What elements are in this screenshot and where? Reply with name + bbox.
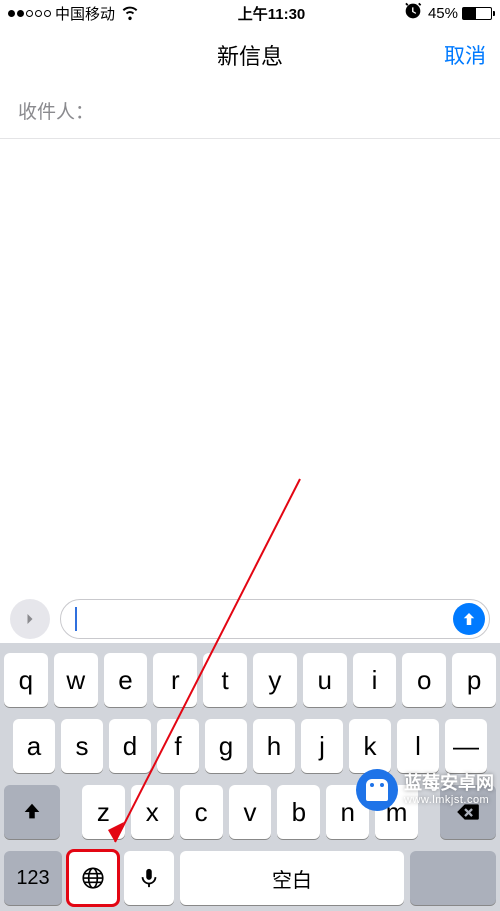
- watermark-title: 蓝莓安卓网: [404, 774, 494, 794]
- key-b[interactable]: b: [277, 785, 320, 839]
- key-k[interactable]: k: [349, 719, 391, 773]
- keyboard-row-4: 123 空白: [4, 851, 496, 905]
- key-r[interactable]: r: [153, 653, 197, 707]
- numbers-key[interactable]: 123: [4, 851, 62, 905]
- key-e[interactable]: e: [104, 653, 148, 707]
- watermark: 蓝莓安卓网 www.lmkjst.com: [356, 769, 494, 811]
- keyboard-row-2: a s d f g h j k l —: [4, 719, 496, 773]
- text-cursor: [75, 607, 77, 631]
- battery-icon: [462, 7, 492, 20]
- key-g[interactable]: g: [205, 719, 247, 773]
- key-c[interactable]: c: [180, 785, 223, 839]
- nav-bar: 新信息 取消: [0, 26, 500, 83]
- message-input-row: [0, 595, 500, 643]
- cancel-button[interactable]: 取消: [444, 40, 486, 70]
- key-y[interactable]: y: [253, 653, 297, 707]
- key-s[interactable]: s: [61, 719, 103, 773]
- message-input[interactable]: [60, 599, 490, 639]
- alarm-icon: [402, 0, 424, 26]
- battery-pct: 45%: [428, 5, 458, 22]
- return-key[interactable]: [410, 851, 496, 905]
- key-i[interactable]: i: [353, 653, 397, 707]
- shift-key[interactable]: [4, 785, 60, 839]
- key-l[interactable]: l: [397, 719, 439, 773]
- recipient-label: 收件人：: [18, 97, 94, 124]
- key-a[interactable]: a: [13, 719, 55, 773]
- send-button[interactable]: [453, 603, 485, 635]
- status-bar: 中国移动 上午11:30 45%: [0, 0, 500, 26]
- carrier-label: 中国移动: [55, 3, 115, 24]
- wifi-icon: [119, 0, 141, 26]
- page-title: 新信息: [217, 39, 283, 71]
- key-q[interactable]: q: [4, 653, 48, 707]
- keyboard-row-1: q w e r t y u i o p: [4, 653, 496, 707]
- key-v[interactable]: v: [229, 785, 272, 839]
- message-thread: [0, 139, 500, 595]
- key-u[interactable]: u: [303, 653, 347, 707]
- globe-key[interactable]: [68, 851, 118, 905]
- key-j[interactable]: j: [301, 719, 343, 773]
- status-time: 上午11:30: [238, 3, 306, 24]
- key-x[interactable]: x: [131, 785, 174, 839]
- watermark-url: www.lmkjst.com: [404, 794, 494, 806]
- key-z[interactable]: z: [82, 785, 125, 839]
- key-f[interactable]: f: [157, 719, 199, 773]
- dictation-key[interactable]: [124, 851, 174, 905]
- key-t[interactable]: t: [203, 653, 247, 707]
- key-p[interactable]: p: [452, 653, 496, 707]
- key-d[interactable]: d: [109, 719, 151, 773]
- signal-dots: [8, 10, 51, 17]
- watermark-logo: [356, 769, 398, 811]
- key-o[interactable]: o: [402, 653, 446, 707]
- app-drawer-button[interactable]: [10, 599, 50, 639]
- key-dash[interactable]: —: [445, 719, 487, 773]
- status-right: 45%: [402, 0, 492, 26]
- space-key[interactable]: 空白: [180, 851, 404, 905]
- key-h[interactable]: h: [253, 719, 295, 773]
- status-left: 中国移动: [8, 0, 141, 26]
- recipient-row[interactable]: 收件人：: [0, 83, 500, 139]
- key-w[interactable]: w: [54, 653, 98, 707]
